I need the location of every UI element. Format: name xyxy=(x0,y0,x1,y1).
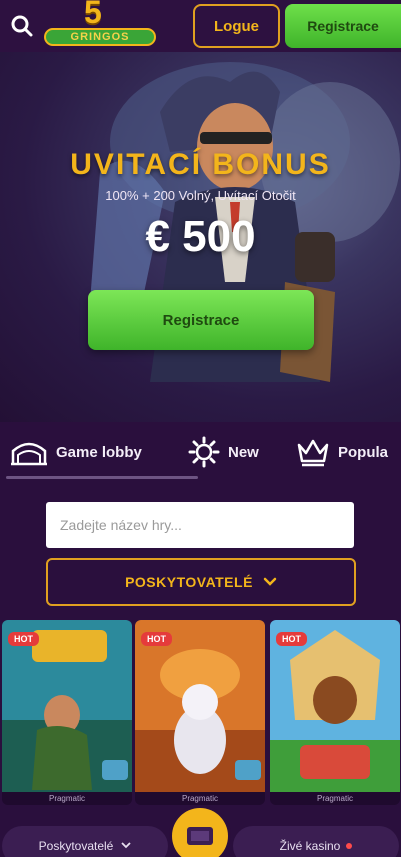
welcome-bonus-banner: UVITACÍ BONUS 100% + 200 Volný, Uvítací … xyxy=(0,52,401,422)
search-icon[interactable] xyxy=(8,12,36,40)
hero-bonus-amount: € 500 xyxy=(145,212,256,261)
crown-icon xyxy=(297,439,329,467)
game-card[interactable]: HOT Pragmatic xyxy=(135,620,265,805)
bottom-left-label: Poskytovatelé xyxy=(38,839,114,853)
slot-machine-icon xyxy=(187,827,213,845)
games-home-button[interactable] xyxy=(172,808,228,857)
chevron-down-icon xyxy=(121,842,131,849)
brand-logo[interactable]: 5 GRINGOS xyxy=(44,0,156,50)
chevron-down-icon xyxy=(263,577,277,586)
live-casino-button[interactable]: Živé kasino xyxy=(233,826,399,857)
active-tab-indicator xyxy=(6,476,198,479)
hero-subtitle: 100% + 200 Volný, Uvítací Otočit xyxy=(105,188,296,203)
game-provider: Pragmatic xyxy=(2,792,132,805)
hero-register-button[interactable]: Registrace xyxy=(88,290,314,350)
bottom-navigation: Poskytovatelé Živé kasino xyxy=(0,808,401,857)
live-indicator-icon xyxy=(346,843,353,849)
game-provider: Pragmatic xyxy=(135,792,265,805)
tab-label: New xyxy=(228,443,259,461)
category-tabs: Game lobby New Popula xyxy=(0,422,401,486)
logo-number: 5 xyxy=(84,0,102,30)
tab-label: Game lobby xyxy=(56,443,142,461)
register-button[interactable]: Registrace xyxy=(285,4,401,48)
gear-icon xyxy=(188,436,220,468)
logo-word: GRINGOS xyxy=(44,28,156,46)
login-button[interactable]: Logue xyxy=(193,4,280,48)
lobby-icon xyxy=(11,442,47,466)
tab-popular[interactable]: Popula xyxy=(296,432,388,472)
game-search-input[interactable] xyxy=(46,502,354,548)
hot-badge: HOT xyxy=(141,632,172,646)
bottom-providers-button[interactable]: Poskytovatelé xyxy=(2,826,168,857)
providers-label: POSKYTOVATELÉ xyxy=(125,574,253,590)
bottom-right-label: Živé kasino xyxy=(279,839,341,853)
hot-badge: HOT xyxy=(8,632,39,646)
tab-label: Popula xyxy=(338,443,389,461)
hot-badge: HOT xyxy=(276,632,307,646)
tab-new[interactable]: New xyxy=(188,432,259,472)
hero-title: UVITACÍ BONUS xyxy=(70,148,331,181)
tab-game-lobby[interactable]: Game lobby xyxy=(10,432,142,472)
game-card[interactable]: HOT Pragmatic xyxy=(270,620,400,805)
top-header: 5 GRINGOS Logue Registrace xyxy=(0,0,401,52)
providers-dropdown[interactable]: POSKYTOVATELÉ xyxy=(46,558,356,606)
game-provider: Pragmatic xyxy=(270,792,400,805)
game-card[interactable]: HOT Pragmatic xyxy=(2,620,132,805)
